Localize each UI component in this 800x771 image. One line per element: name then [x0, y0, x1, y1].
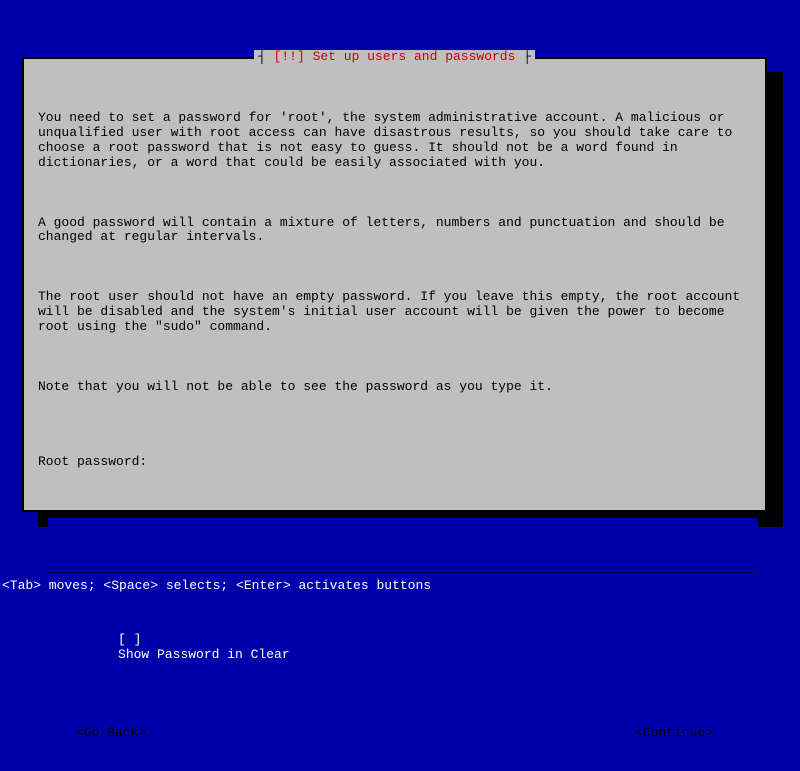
dialog-content: You need to set a password for 'root', t… [38, 81, 751, 771]
title-warn: [!!] [274, 49, 313, 64]
button-row: <Go Back> <Continue> [38, 726, 751, 741]
checkbox-label: Show Password in Clear [118, 647, 290, 662]
password-prompt-label: Root password: [38, 455, 751, 470]
title-prefix: ┤ [258, 49, 274, 64]
checkbox-state: [ ] [118, 632, 141, 647]
dialog-title-row: ┤ [!!] Set up users and passwords ├ [24, 50, 765, 65]
footer-hint: <Tab> moves; <Space> selects; <Enter> ac… [2, 579, 431, 594]
paragraph-4: Note that you will not be able to see th… [38, 380, 751, 395]
title-suffix: ├ [515, 49, 531, 64]
paragraph-2: A good password will contain a mixture o… [38, 216, 751, 246]
root-password-input[interactable] [48, 518, 758, 533]
dialog-box: ┤ [!!] Set up users and passwords ├ You … [22, 57, 767, 512]
paragraph-1: You need to set a password for 'root', t… [38, 111, 751, 171]
input-underline: ________________________________________… [48, 561, 758, 576]
dialog-title: Set up users and passwords [313, 49, 516, 64]
paragraph-3: The root user should not have an empty p… [38, 290, 751, 335]
show-password-checkbox[interactable]: [ ] Show Password in Clear [69, 618, 291, 678]
continue-button[interactable]: <Continue> [635, 726, 713, 741]
go-back-button[interactable]: <Go Back> [76, 726, 146, 741]
